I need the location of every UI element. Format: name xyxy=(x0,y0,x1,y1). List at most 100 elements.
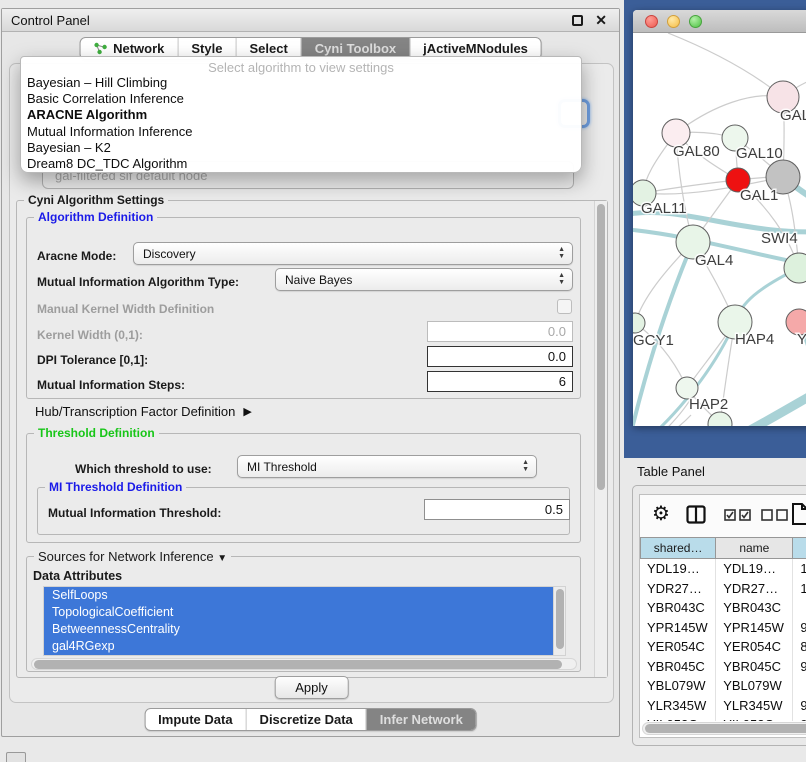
table-row[interactable]: YBR045C YBR045C 9. xyxy=(640,657,806,677)
table-row[interactable]: YER054C YER054C 8. xyxy=(640,637,806,657)
table-row[interactable]: YPR145W YPR145W 9. xyxy=(640,618,806,638)
node-bottom[interactable] xyxy=(708,412,732,426)
select-all-checkboxes-icon[interactable] xyxy=(724,509,752,521)
table-cell[interactable]: YBR043C xyxy=(640,598,716,618)
dpi-tolerance-input[interactable]: 0.0 xyxy=(427,346,573,367)
table-hscrollbar-track[interactable] xyxy=(642,722,806,735)
mi-threshold-label: Mutual Information Threshold: xyxy=(48,506,221,520)
menu-item-selected[interactable]: ARACNE Algorithm xyxy=(21,107,581,123)
stepper-arrows-icon: ▲▼ xyxy=(522,459,529,473)
column-header-shared-name[interactable]: shared… xyxy=(640,537,716,559)
menu-item[interactable]: Bayesian – K2 xyxy=(21,140,581,156)
aracne-mode-select[interactable]: Discovery ▲▼ xyxy=(133,242,573,265)
column-header-partial[interactable] xyxy=(793,537,806,559)
table-cell[interactable]: YER054C xyxy=(716,637,793,657)
tab-impute-data[interactable]: Impute Data xyxy=(145,709,245,730)
menu-item[interactable]: Mutual Information Inference xyxy=(21,124,581,140)
table-row[interactable]: YLR345W YLR345W 9. xyxy=(640,696,806,716)
zoom-traffic-light-icon[interactable] xyxy=(689,15,702,28)
list-item[interactable]: BetweennessCentrality xyxy=(44,621,565,638)
list-item[interactable]: TopologicalCoefficient xyxy=(44,604,565,621)
settings-scrollbar-track[interactable] xyxy=(594,201,607,677)
stepper-arrows-icon: ▲▼ xyxy=(558,246,565,260)
apply-button[interactable]: Apply xyxy=(274,676,349,699)
table-cell[interactable]: 9. xyxy=(793,618,806,638)
new-document-icon[interactable] xyxy=(791,502,806,526)
table-hscrollbar-thumb[interactable] xyxy=(645,724,806,733)
table-cell[interactable]: YIL052C xyxy=(716,715,793,721)
table-cell[interactable]: YBR043C xyxy=(716,598,793,618)
table-cell[interactable]: YBL079W xyxy=(716,676,793,696)
sources-expander[interactable]: Sources for Network Inference ▼ xyxy=(34,549,231,564)
tab-infer-network[interactable]: Infer Network xyxy=(366,709,476,730)
settings-scrollbar-thumb[interactable] xyxy=(597,204,605,490)
table-cell[interactable]: YLR345W xyxy=(640,696,716,716)
menu-item[interactable]: Bayesian – Hill Climbing xyxy=(21,75,581,91)
sources-hscrollbar-thumb[interactable] xyxy=(34,660,562,669)
table-body: YDL19… YDL19… 13 YDR27… YDR27… 12 YBR043… xyxy=(640,559,806,721)
mi-type-value: Naive Bayes xyxy=(285,273,352,287)
table-cell[interactable]: YBL079W xyxy=(640,676,716,696)
network-canvas[interactable]: GAL GAL80 GAL10 GAL1 GAL11 GAL4 SWI4 GCY… xyxy=(633,33,806,426)
node-label: SWI4 xyxy=(761,230,798,247)
minimize-traffic-light-icon[interactable] xyxy=(667,15,680,28)
float-window-icon[interactable] xyxy=(572,15,583,26)
sources-hscrollbar-track[interactable] xyxy=(31,658,577,670)
table-cell[interactable]: YPR145W xyxy=(716,618,793,638)
table-cell[interactable]: YIL052C xyxy=(640,715,716,721)
which-threshold-select[interactable]: MI Threshold ▲▼ xyxy=(237,455,537,478)
deselect-all-checkboxes-icon[interactable] xyxy=(761,509,789,521)
bottom-tabbar: Impute Data Discretize Data Infer Networ… xyxy=(144,708,477,731)
which-threshold-value: MI Threshold xyxy=(247,460,317,474)
close-traffic-light-icon[interactable] xyxy=(645,15,658,28)
table-cell[interactable]: 8. xyxy=(793,637,806,657)
menu-item[interactable]: Dream8 DC_TDC Algorithm xyxy=(21,156,581,172)
node-label: GCY1 xyxy=(633,332,674,349)
list-item[interactable]: gal4RGexp xyxy=(44,638,565,655)
mi-threshold-input[interactable]: 0.5 xyxy=(424,499,570,520)
data-attributes-label: Data Attributes xyxy=(33,569,122,583)
table-row[interactable]: YDL19… YDL19… 13 xyxy=(640,559,806,579)
tab-discretize-data[interactable]: Discretize Data xyxy=(246,709,366,730)
column-header-name[interactable]: name xyxy=(716,537,793,559)
node-label: GAL1 xyxy=(740,187,778,204)
expanded-arrow-icon: ▼ xyxy=(217,553,227,564)
split-columns-icon[interactable] xyxy=(686,505,706,524)
table-cell[interactable]: 9. xyxy=(793,657,806,677)
mi-steps-input[interactable]: 6 xyxy=(427,371,573,392)
mi-type-select[interactable]: Naive Bayes ▲▼ xyxy=(275,268,573,291)
table-cell[interactable]: YBR045C xyxy=(640,657,716,677)
list-item[interactable]: SelfLoops xyxy=(44,587,565,604)
node-swi4[interactable] xyxy=(784,253,806,283)
gear-icon[interactable]: ⚙ xyxy=(652,501,670,526)
table-cell[interactable]: YDL19… xyxy=(640,559,716,579)
table-cell[interactable] xyxy=(793,676,806,696)
table-row[interactable]: YIL052C YIL052C 9 xyxy=(640,715,806,721)
table-cell[interactable]: 13 xyxy=(793,559,806,579)
table-cell[interactable]: 12 xyxy=(793,579,806,599)
table-row[interactable]: YBR043C YBR043C xyxy=(640,598,806,618)
table-cell[interactable]: YBR045C xyxy=(716,657,793,677)
menu-item[interactable]: Basic Correlation Inference xyxy=(21,91,581,107)
table-cell[interactable]: 9. xyxy=(793,696,806,716)
table-cell[interactable]: YER054C xyxy=(640,637,716,657)
hub-definition-expander[interactable]: Hub/Transcription Factor Definition ▶ xyxy=(35,404,252,419)
manual-kernel-checkbox[interactable] xyxy=(557,299,572,314)
table-cell[interactable] xyxy=(793,598,806,618)
table-row[interactable]: YBL079W YBL079W xyxy=(640,676,806,696)
close-icon[interactable]: ✕ xyxy=(595,12,607,29)
collapsed-panel-icon[interactable] xyxy=(6,752,26,762)
table-cell[interactable]: YLR345W xyxy=(716,696,793,716)
kernel-width-input[interactable]: 0.0 xyxy=(427,321,573,342)
table-cell[interactable]: 9 xyxy=(793,715,806,721)
table-cell[interactable]: YPR145W xyxy=(640,618,716,638)
node-label: GAL80 xyxy=(673,143,720,160)
stepper-arrows-icon: ▲▼ xyxy=(558,272,565,286)
table-row[interactable]: YDR27… YDR27… 12 xyxy=(640,579,806,599)
list-scrollbar-track[interactable] xyxy=(553,587,565,655)
algorithm-dropdown-menu: Select algorithm to view settings Bayesi… xyxy=(20,56,582,173)
table-cell[interactable]: YDL19… xyxy=(716,559,793,579)
table-cell[interactable]: YDR27… xyxy=(640,579,716,599)
table-cell[interactable]: YDR27… xyxy=(716,579,793,599)
list-scrollbar-thumb[interactable] xyxy=(556,589,564,649)
